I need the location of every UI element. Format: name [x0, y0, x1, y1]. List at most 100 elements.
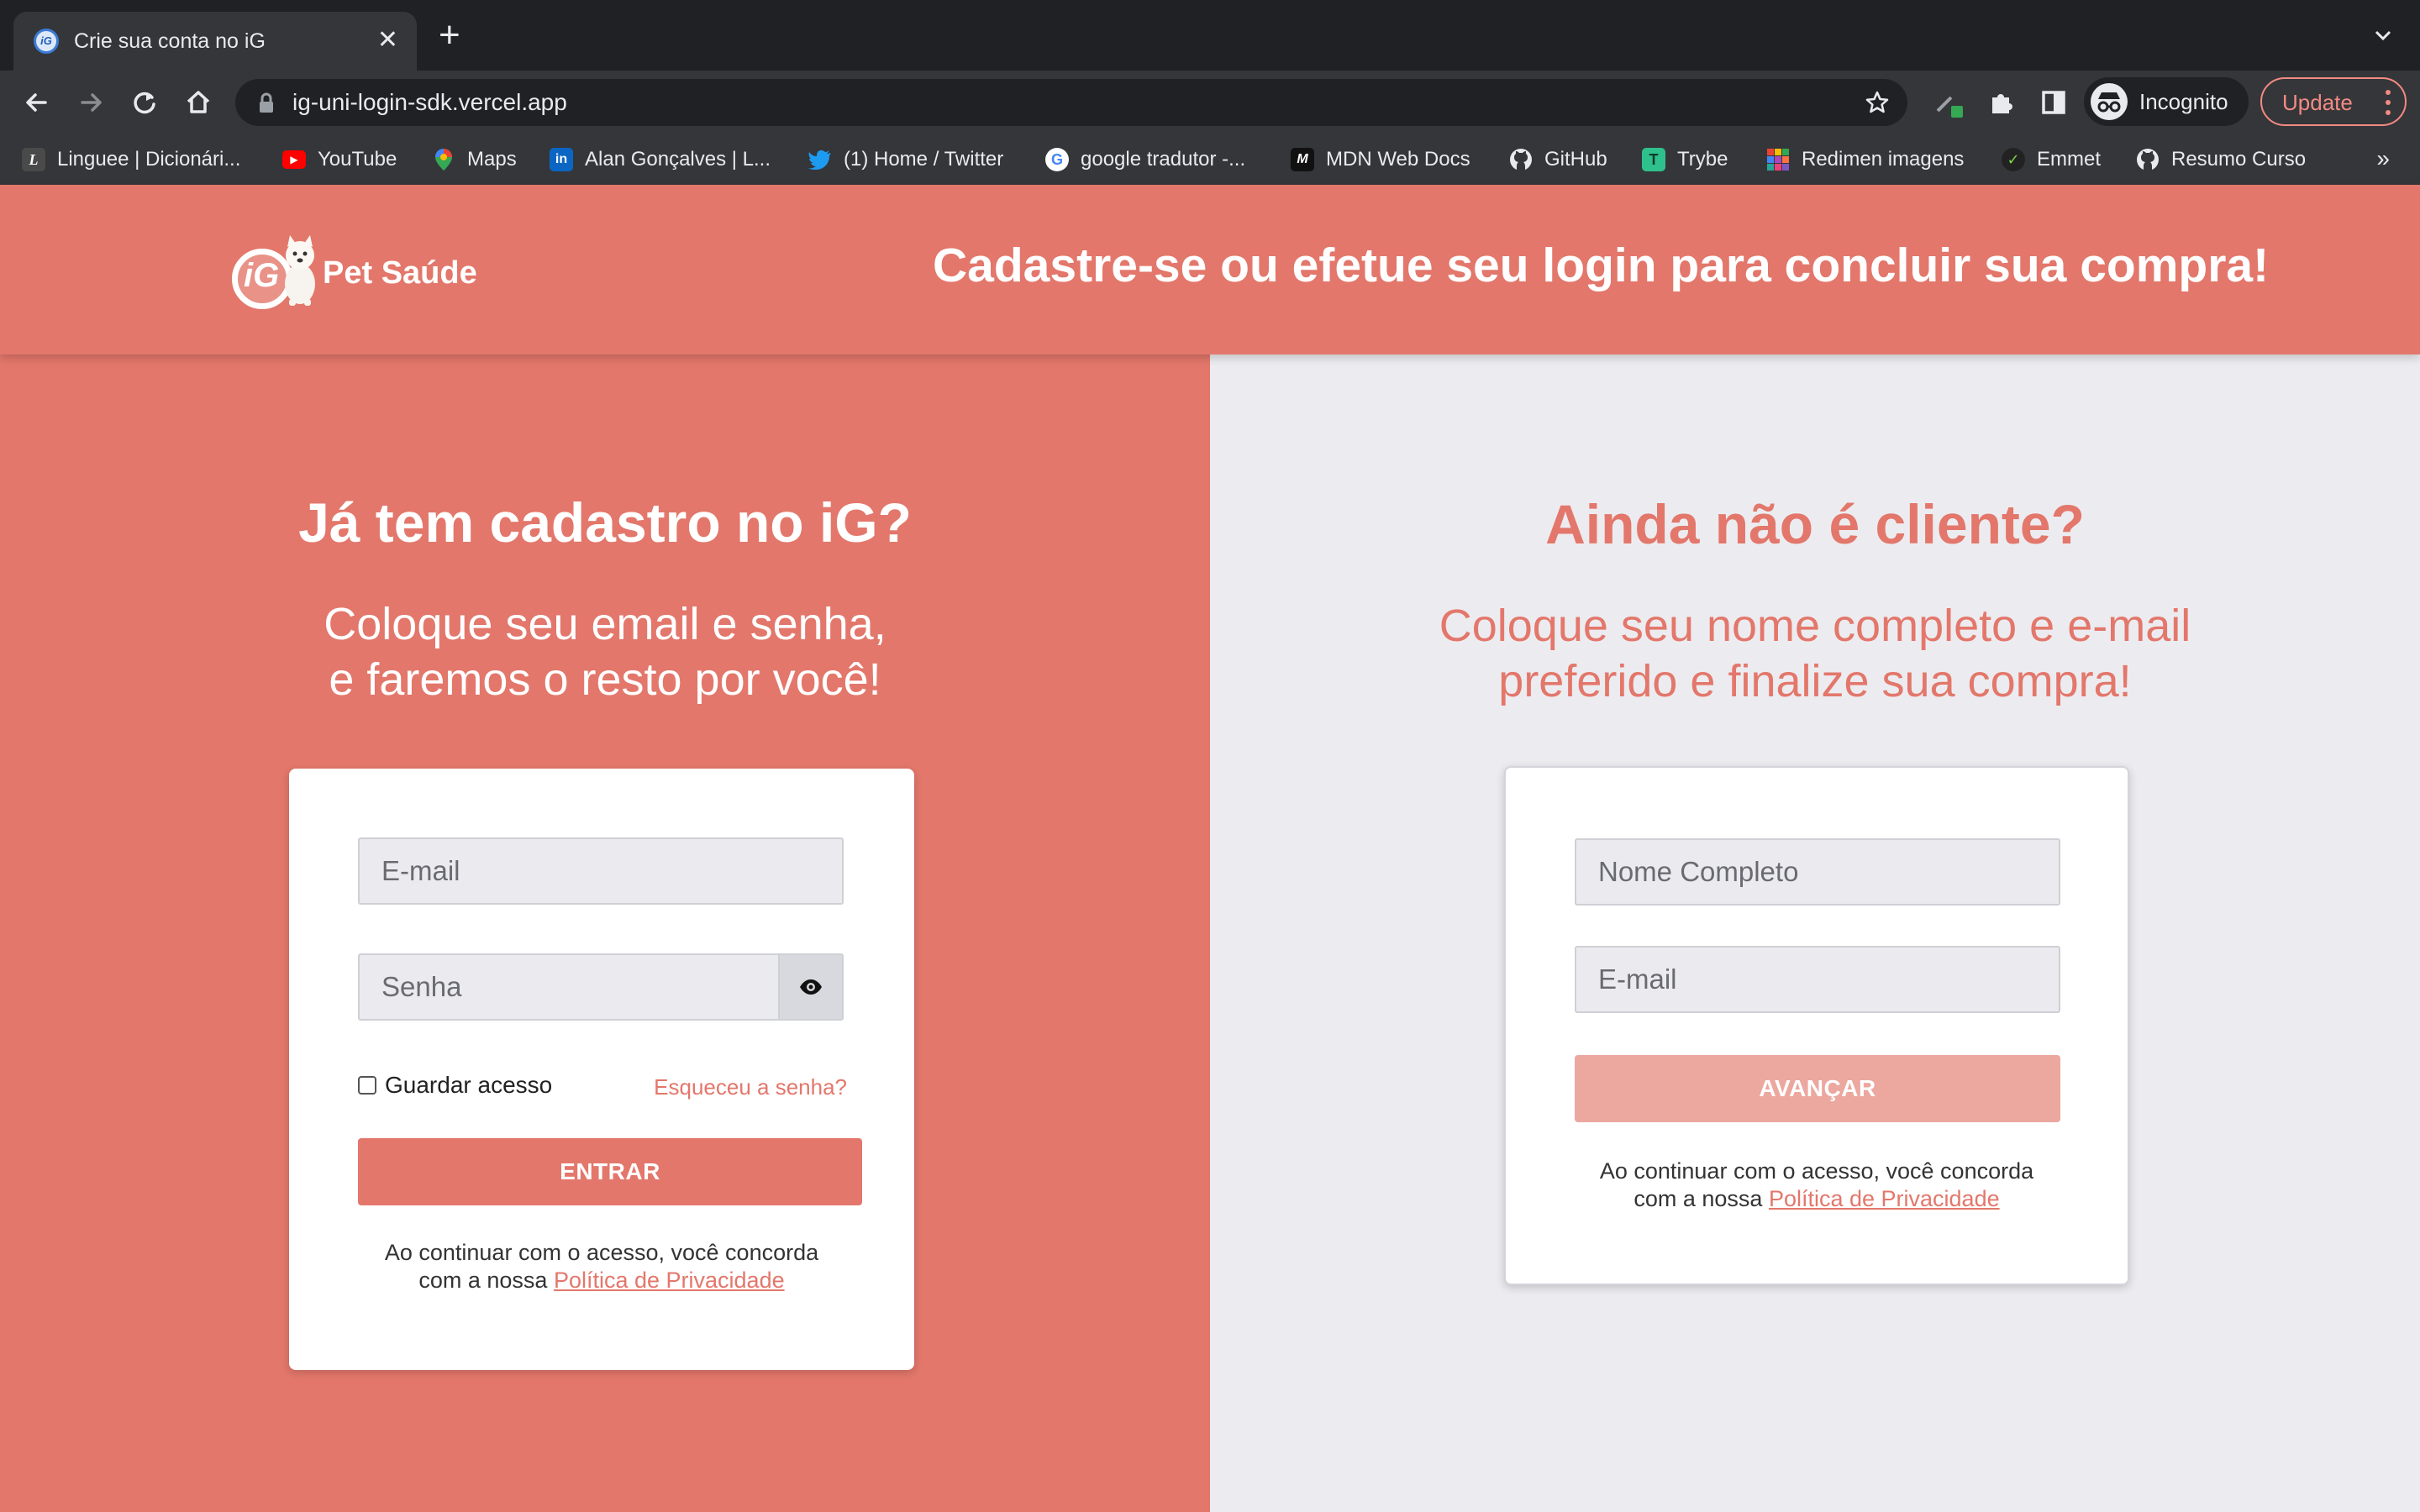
browser-toolbar: ig-uni-login-sdk.vercel.app Incognito Up…	[0, 71, 2420, 134]
bookmark-youtube[interactable]: ▶ YouTube	[282, 144, 397, 175]
header-title: Cadastre-se ou efetue seu login para con…	[933, 239, 2270, 292]
show-password-eye-icon[interactable]	[778, 955, 842, 1019]
incognito-profile-button[interactable]: Incognito	[2084, 77, 2249, 126]
update-button[interactable]: Update	[2260, 77, 2407, 126]
bookmark-label: GitHub	[1544, 148, 1607, 171]
signup-name-field[interactable]: Nome Completo	[1575, 838, 2060, 906]
terms-line: Ao continuar com o acesso, você concorda	[1599, 1158, 2034, 1184]
bookmark-label: Redimen imagens	[1802, 148, 1965, 171]
site-logo[interactable]: iG Pet Saúde	[229, 228, 497, 309]
redimen-grid-icon	[1766, 148, 1790, 171]
github-icon	[2136, 148, 2160, 171]
signup-panel: Ainda não é cliente? Coloque seu nome co…	[1210, 354, 2420, 1512]
signup-email-field[interactable]: E-mail	[1575, 946, 2060, 1013]
address-bar[interactable]: ig-uni-login-sdk.vercel.app	[235, 79, 1907, 126]
bookmark-linkedin[interactable]: in Alan Gonçalves | L...	[550, 144, 771, 175]
terms-line: com a nossa Política de Privacidade	[1506, 1185, 2128, 1213]
twitter-bird-icon	[808, 148, 832, 171]
bookmark-resumo-curso[interactable]: Resumo Curso	[2136, 144, 2306, 175]
bookmark-label: YouTube	[318, 148, 397, 171]
advance-button[interactable]: AVANÇAR	[1575, 1055, 2060, 1122]
bookmark-label: Emmet	[2037, 148, 2102, 171]
tab-title: Crie sua conta no iG	[74, 29, 266, 53]
signup-subtitle: Coloque seu nome completo e e-mail prefe…	[1210, 598, 2420, 709]
new-tab-button[interactable]: +	[439, 17, 460, 54]
page-content: iG Pet Saúde Cadastre-se ou efetue seu l…	[0, 185, 2420, 1512]
incognito-label: Incognito	[2139, 89, 2228, 114]
tab-search-chevron-icon[interactable]	[2371, 24, 2395, 51]
bookmark-google-tradutor[interactable]: G google tradutor -...	[1045, 144, 1245, 175]
bookmark-emmet[interactable]: ✓ Emmet	[2002, 144, 2101, 175]
back-arrow-icon[interactable]	[20, 86, 54, 119]
logo-mark: iG	[244, 257, 280, 294]
bookmarks-bar: L Linguee | Dicionári... ▶ YouTube Maps …	[0, 134, 2420, 185]
privacy-policy-link[interactable]: Política de Privacidade	[1769, 1186, 2000, 1211]
bookmark-label: Alan Gonçalves | L...	[585, 148, 771, 171]
signup-subtitle-line: Coloque seu nome completo e e-mail	[1439, 601, 2191, 651]
remember-checkbox[interactable]	[358, 1076, 376, 1095]
mdn-icon: M	[1291, 148, 1314, 171]
bookmark-label: Maps	[467, 148, 517, 171]
bookmark-linguee[interactable]: L Linguee | Dicionári...	[22, 144, 240, 175]
bookmark-label: Linguee | Dicionári...	[57, 148, 241, 171]
signup-terms-text: Ao continuar com o acesso, você concorda…	[1506, 1158, 2128, 1213]
signup-subtitle-line: preferido e finalize sua compra!	[1498, 656, 2132, 706]
tab-close-icon[interactable]: ✕	[377, 25, 398, 55]
dog-icon	[279, 232, 321, 307]
trybe-icon: T	[1642, 148, 1665, 171]
password-placeholder: Senha	[381, 971, 462, 1002]
login-panel: Já tem cadastro no iG? Coloque seu email…	[0, 354, 1210, 1512]
bookmark-label: (1) Home / Twitter	[844, 148, 1004, 171]
login-subtitle: Coloque seu email e senha, e faremos o r…	[0, 596, 1210, 707]
privacy-policy-link[interactable]: Política de Privacidade	[554, 1268, 785, 1293]
reload-icon[interactable]	[128, 86, 161, 119]
login-subtitle-line: Coloque seu email e senha,	[324, 599, 886, 649]
forgot-password-link[interactable]: Esqueceu a senha?	[654, 1073, 847, 1101]
pen-extension-icon[interactable]	[1933, 86, 1966, 119]
terms-line: com a nossa Política de Privacidade	[289, 1267, 914, 1294]
linguee-icon: L	[22, 148, 45, 171]
bookmark-label: Resumo Curso	[2171, 148, 2307, 171]
extensions-puzzle-icon[interactable]	[1985, 86, 2018, 119]
login-terms-text: Ao continuar com o acesso, você concorda…	[289, 1239, 914, 1294]
bookmark-maps[interactable]: Maps	[432, 144, 517, 175]
lock-icon[interactable]	[257, 92, 276, 118]
bookmark-star-icon[interactable]	[1864, 89, 1891, 120]
github-icon	[1509, 148, 1533, 171]
bookmarks-overflow-icon[interactable]: »	[2376, 146, 2390, 171]
bookmark-label: Trybe	[1677, 148, 1728, 171]
home-icon[interactable]	[182, 86, 215, 119]
emmet-icon: ✓	[2002, 148, 2025, 171]
linkedin-icon: in	[550, 148, 573, 171]
url-text[interactable]: ig-uni-login-sdk.vercel.app	[292, 89, 567, 116]
bookmark-label: google tradutor -...	[1081, 148, 1246, 171]
remember-access-option[interactable]: Guardar acesso	[358, 1071, 552, 1100]
site-header: iG Pet Saúde Cadastre-se ou efetue seu l…	[0, 185, 2420, 354]
update-label: Update	[2282, 90, 2353, 115]
logo-text: Pet Saúde	[323, 255, 477, 291]
terms-prefix: com a nossa	[1634, 1186, 1769, 1211]
login-heading: Já tem cadastro no iG?	[298, 491, 912, 554]
bookmark-mdn[interactable]: M MDN Web Docs	[1291, 144, 1470, 175]
kebab-menu-icon[interactable]	[2385, 87, 2391, 118]
signup-card: Nome Completo E-mail AVANÇAR Ao continua…	[1504, 766, 2129, 1285]
bookmark-github[interactable]: GitHub	[1509, 144, 1607, 175]
login-email-field[interactable]: E-mail	[358, 837, 844, 905]
remember-label: Guardar acesso	[385, 1072, 553, 1098]
side-panel-icon[interactable]	[2037, 86, 2070, 119]
terms-line: Ao continuar com o acesso, você concorda	[384, 1240, 819, 1265]
incognito-icon	[2091, 83, 2128, 120]
bookmark-twitter[interactable]: (1) Home / Twitter	[808, 144, 1003, 175]
forward-arrow-icon[interactable]	[74, 86, 108, 119]
enter-button[interactable]: ENTRAR	[358, 1138, 862, 1205]
login-card: E-mail Senha Guardar acesso Esqueceu a s…	[289, 769, 914, 1370]
youtube-icon: ▶	[282, 150, 306, 169]
terms-prefix: com a nossa	[418, 1268, 554, 1293]
browser-tab-active[interactable]: iG Crie sua conta no iG ✕	[13, 12, 417, 71]
login-subtitle-line: e faremos o resto por você!	[329, 654, 881, 705]
signup-heading: Ainda não é cliente?	[1545, 493, 2085, 555]
bookmark-redimen[interactable]: Redimen imagens	[1766, 144, 1964, 175]
bookmark-trybe[interactable]: T Trybe	[1642, 144, 1728, 175]
login-password-field[interactable]: Senha	[358, 953, 844, 1021]
browser-tabstrip: iG Crie sua conta no iG ✕ +	[0, 0, 2420, 71]
